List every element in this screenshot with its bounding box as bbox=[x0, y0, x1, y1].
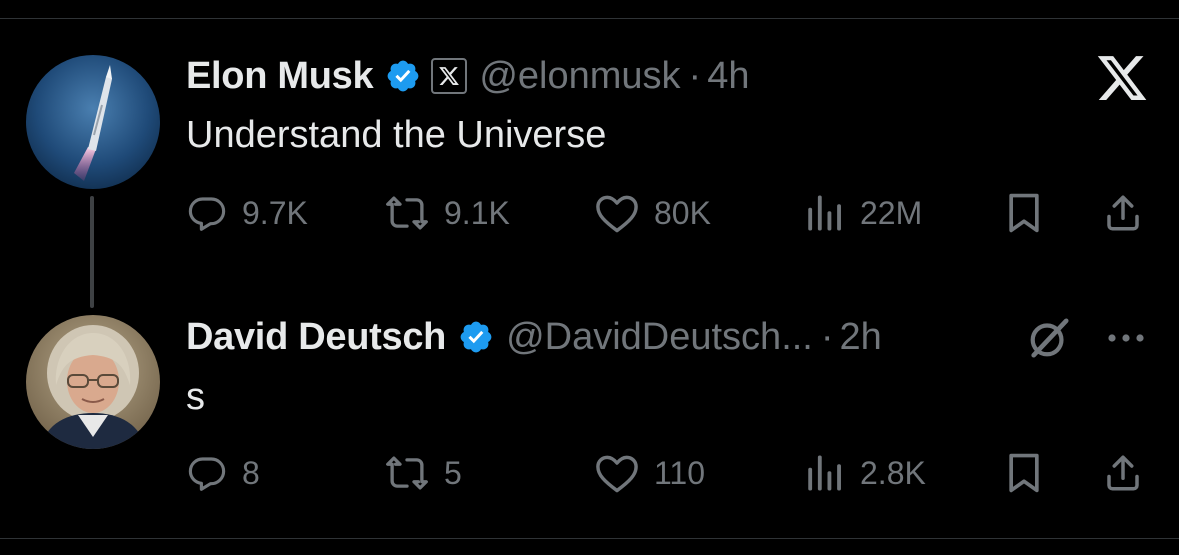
separator-dot: · bbox=[820, 315, 834, 358]
tweet-text: s bbox=[186, 376, 205, 418]
tweet-actions: 9.7K 9.1K 80K 22M bbox=[186, 188, 1146, 238]
bottom-divider bbox=[0, 538, 1179, 539]
repost-button[interactable]: 5 bbox=[384, 448, 462, 498]
bookmark-button[interactable] bbox=[1004, 448, 1044, 498]
reply-icon bbox=[188, 197, 226, 231]
reply-button[interactable]: 9.7K bbox=[186, 188, 308, 238]
share-icon bbox=[1107, 455, 1139, 491]
reply-icon bbox=[188, 457, 226, 491]
like-button[interactable]: 110 bbox=[594, 448, 705, 498]
views-icon bbox=[808, 195, 841, 231]
author-handle[interactable]: @DavidDeutsch... bbox=[506, 316, 813, 359]
author-name[interactable]: Elon Musk bbox=[186, 55, 374, 98]
repost-icon bbox=[386, 456, 428, 490]
top-divider bbox=[0, 18, 1179, 19]
verified-badge-icon bbox=[458, 319, 494, 355]
tweet-header: Elon Musk @elonmusk · 4h bbox=[186, 52, 749, 100]
more-icon[interactable] bbox=[1102, 324, 1150, 352]
share-button[interactable] bbox=[1102, 188, 1144, 238]
reply-count: 8 bbox=[242, 454, 260, 491]
grok-icon[interactable] bbox=[1026, 315, 1072, 361]
repost-count: 5 bbox=[444, 454, 462, 491]
repost-count: 9.1K bbox=[444, 194, 510, 231]
share-button[interactable] bbox=[1102, 448, 1144, 498]
thread-connector-line bbox=[90, 196, 94, 308]
like-count: 110 bbox=[654, 454, 706, 491]
author-name[interactable]: David Deutsch bbox=[186, 316, 446, 359]
bookmark-icon bbox=[1009, 193, 1039, 233]
views-icon bbox=[808, 455, 841, 491]
author-handle[interactable]: @elonmusk bbox=[479, 55, 680, 98]
bookmark-icon bbox=[1009, 453, 1039, 493]
avatar-elon-musk[interactable] bbox=[26, 55, 160, 189]
tweet-timestamp[interactable]: 2h bbox=[840, 316, 882, 359]
reply-count: 9.7K bbox=[242, 194, 308, 231]
like-icon bbox=[596, 455, 638, 493]
like-icon bbox=[596, 195, 638, 233]
like-button[interactable]: 80K bbox=[594, 188, 711, 238]
views-button[interactable]: 22M bbox=[802, 188, 922, 238]
views-button[interactable]: 2.8K bbox=[802, 448, 926, 498]
repost-button[interactable]: 9.1K bbox=[384, 188, 510, 238]
tweet-timestamp[interactable]: 4h bbox=[707, 55, 749, 98]
x-logo-icon[interactable] bbox=[1095, 53, 1149, 103]
tweet-actions: 8 5 110 2.8K bbox=[186, 448, 1146, 498]
x-affiliation-badge[interactable] bbox=[431, 58, 468, 94]
bookmark-button[interactable] bbox=[1004, 188, 1044, 238]
reply-button[interactable]: 8 bbox=[186, 448, 260, 498]
views-count: 22M bbox=[860, 194, 923, 231]
avatar-david-deutsch[interactable] bbox=[26, 315, 160, 449]
tweet-header: David Deutsch @DavidDeutsch... · 2h bbox=[186, 313, 882, 361]
separator-dot: · bbox=[688, 54, 702, 97]
tweet-text: Understand the Universe bbox=[186, 114, 607, 156]
repost-icon bbox=[386, 196, 428, 230]
like-count: 80K bbox=[654, 194, 711, 231]
share-icon bbox=[1107, 195, 1139, 231]
views-count: 2.8K bbox=[860, 454, 926, 491]
verified-badge-icon bbox=[385, 58, 421, 94]
